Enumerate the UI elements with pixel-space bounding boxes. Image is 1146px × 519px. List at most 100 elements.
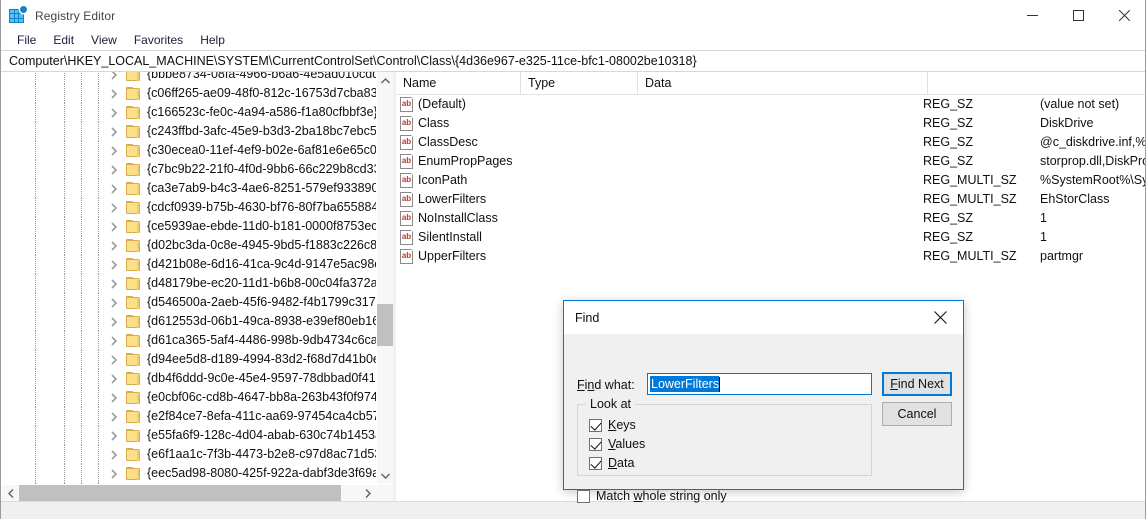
tree-item[interactable]: {c06ff265-ae09-48f0-812c-16753d7cba83}	[2, 84, 376, 103]
tree-item[interactable]: {bbbe8734-08fa-4966-b6a6-4e5ad010cdd7}	[2, 72, 376, 84]
tree-item-label: {d48179be-ec20-11d1-b6b8-00c04fa372a7}	[147, 276, 376, 290]
checkbox-data-box[interactable]	[589, 456, 602, 470]
checkbox-values[interactable]: Values	[589, 437, 645, 451]
chevron-right-icon[interactable]	[108, 107, 120, 119]
chevron-right-icon[interactable]	[108, 183, 120, 195]
tree-item[interactable]: {cdcf0939-b75b-4630-bf76-80f7ba655884}	[2, 198, 376, 217]
chevron-right-icon[interactable]	[108, 468, 120, 480]
chevron-right-icon[interactable]	[108, 202, 120, 214]
tree-item[interactable]: {e6f1aa1c-7f3b-4473-b2e8-c97d8ac71d53}	[2, 445, 376, 464]
chevron-right-icon[interactable]	[108, 145, 120, 157]
value-data: storprop.dll,DiskPropPageProvider	[1040, 154, 1145, 168]
tree-item[interactable]: {d94ee5d8-d189-4994-83d2-f68d7d41b0e6}	[2, 350, 376, 369]
tree-item[interactable]: {c243ffbd-3afc-45e9-b3d3-2ba18bc7ebc5}	[2, 122, 376, 141]
chevron-right-icon[interactable]	[108, 373, 120, 385]
find-dialog-close-icon[interactable]	[918, 301, 963, 333]
menu-favorites[interactable]: Favorites	[126, 31, 192, 50]
chevron-right-icon[interactable]	[108, 126, 120, 138]
chevron-right-icon[interactable]	[108, 354, 120, 366]
look-at-legend: Look at	[586, 397, 636, 411]
chevron-right-icon[interactable]	[108, 278, 120, 290]
find-what-input[interactable]: LowerFilters	[647, 373, 872, 395]
tree-item[interactable]: {c7bc9b22-21f0-4f0d-9bb6-66c229b8cd33}	[2, 160, 376, 179]
value-row[interactable]: ab UpperFilters REG_MULTI_SZ partmgr	[396, 247, 1145, 266]
chevron-right-icon[interactable]	[108, 72, 120, 81]
chevron-right-icon[interactable]	[108, 449, 120, 461]
tree-item[interactable]: {ca3e7ab9-b4c3-4ae6-8251-579ef933890f}	[2, 179, 376, 198]
close-button[interactable]	[1101, 0, 1145, 31]
checkbox-keys[interactable]: Keys	[589, 418, 636, 432]
chevron-right-icon[interactable]	[108, 240, 120, 252]
tree-indent-guides	[2, 445, 114, 464]
tree-item[interactable]: {c166523c-fe0c-4a94-a586-f1a80cfbbf3e}	[2, 103, 376, 122]
chevron-right-icon[interactable]	[108, 221, 120, 233]
folder-icon	[126, 334, 141, 347]
value-name: NoInstallClass	[418, 211, 498, 225]
chevron-right-icon[interactable]	[108, 88, 120, 100]
chevron-right-icon[interactable]	[108, 392, 120, 404]
checkbox-keys-box[interactable]	[589, 418, 602, 432]
find-dialog: Find Find what: LowerFilters Look at Key…	[563, 300, 964, 503]
tree-item-label: {e2f84ce7-8efa-411c-aa69-97454ca4cb57}	[147, 409, 376, 423]
address-bar[interactable]: Computer\HKEY_LOCAL_MACHINE\SYSTEM\Curre…	[1, 50, 1145, 72]
value-data: 1	[1040, 211, 1047, 225]
cancel-button[interactable]: Cancel	[882, 402, 952, 426]
checkbox-data[interactable]: Data	[589, 456, 634, 470]
chevron-right-icon[interactable]	[108, 335, 120, 347]
tree-item[interactable]: {d546500a-2aeb-45f6-9482-f4b1799c3177}	[2, 293, 376, 312]
value-row[interactable]: ab EnumPropPages REG_SZ storprop.dll,DiskPr…	[396, 152, 1145, 171]
value-row[interactable]: ab Class REG_SZ DiskDrive	[396, 114, 1145, 133]
scroll-up-icon[interactable]	[377, 72, 393, 89]
tree-item[interactable]: {e55fa6f9-128c-4d04-abab-630c74b1453a}	[2, 426, 376, 445]
tree-item-label: {c166523c-fe0c-4a94-a586-f1a80cfbbf3e}	[147, 105, 376, 119]
menu-edit[interactable]: Edit	[45, 31, 83, 50]
find-next-button[interactable]: Find Next	[882, 372, 952, 396]
menu-view[interactable]: View	[83, 31, 126, 50]
tree-item[interactable]: {eec5ad98-8080-425f-922a-dabf3de3f69a}	[2, 464, 376, 483]
value-data: @c_diskdrive.inf,%ClassDesc%;Disk drives	[1040, 135, 1146, 149]
tree-vertical-scrollbar[interactable]	[376, 72, 393, 484]
value-row[interactable]: ab NoInstallClass REG_SZ 1	[396, 209, 1145, 228]
scroll-left-icon[interactable]	[2, 485, 19, 501]
tree-indent-guides	[2, 426, 114, 445]
menu-file[interactable]: File	[9, 31, 45, 50]
tree-item[interactable]: {d612553d-06b1-49ca-8938-e39ef80eb16f}	[2, 312, 376, 331]
chevron-right-icon[interactable]	[108, 430, 120, 442]
tree-scrollbar-thumb[interactable]	[377, 304, 393, 346]
scroll-down-icon[interactable]	[377, 467, 393, 484]
scroll-right-icon[interactable]	[359, 485, 376, 501]
chevron-right-icon[interactable]	[108, 164, 120, 176]
tree-horizontal-scrollbar[interactable]	[2, 484, 393, 501]
minimize-button[interactable]	[1009, 0, 1055, 31]
value-row[interactable]: ab SilentInstall REG_SZ 1	[396, 228, 1145, 247]
chevron-right-icon[interactable]	[108, 316, 120, 328]
value-row[interactable]: ab LowerFilters REG_MULTI_SZ EhStorClass	[396, 190, 1145, 209]
tree-item[interactable]: {c30ecea0-11ef-4ef9-b02e-6af81e6e65c0}	[2, 141, 376, 160]
value-row[interactable]: ab (Default) REG_SZ (value not set)	[396, 95, 1145, 114]
value-row[interactable]: abClassDesc REG_SZ @c_diskdrive.inf,%Class…	[396, 133, 1146, 152]
value-row[interactable]: abIconPath REG_MULTI_SZ %SystemRoot%\Syste…	[396, 171, 1145, 190]
column-header-data[interactable]: Data	[638, 72, 928, 94]
checkbox-values-box[interactable]	[589, 437, 602, 451]
tree-item-label: {c30ecea0-11ef-4ef9-b02e-6af81e6e65c0}	[147, 143, 376, 157]
tree-item[interactable]: {e2f84ce7-8efa-411c-aa69-97454ca4cb57}	[2, 407, 376, 426]
tree-item[interactable]: {e0cbf06c-cd8b-4647-bb8a-263b43f0f974}	[2, 388, 376, 407]
checkbox-match-whole-string[interactable]: Match whole string only	[577, 489, 727, 503]
folder-icon	[126, 201, 141, 214]
tree-indent-guides	[2, 350, 114, 369]
tree-item[interactable]: {d61ca365-5af4-4486-998b-9db4734c6ca3}	[2, 331, 376, 350]
tree-item[interactable]: {db4f6ddd-9c0e-45e4-9597-78dbbad0f412}	[2, 369, 376, 388]
column-header-type[interactable]: Type	[521, 72, 638, 94]
tree-hscroll-thumb[interactable]	[19, 485, 341, 501]
tree-item[interactable]: {d02bc3da-0c8e-4945-9bd5-f1883c226c8c}	[2, 236, 376, 255]
column-header-name[interactable]: Name	[396, 72, 521, 94]
chevron-right-icon[interactable]	[108, 259, 120, 271]
menu-help[interactable]: Help	[192, 31, 234, 50]
checkbox-match-whole-box[interactable]	[577, 489, 590, 503]
chevron-right-icon[interactable]	[108, 411, 120, 423]
tree-item[interactable]: {ce5939ae-ebde-11d0-b181-0000f8753ec4}	[2, 217, 376, 236]
tree-item[interactable]: {d421b08e-6d16-41ca-9c4d-9147e5ac98e0}	[2, 255, 376, 274]
chevron-right-icon[interactable]	[108, 297, 120, 309]
tree-item[interactable]: {d48179be-ec20-11d1-b6b8-00c04fa372a7}	[2, 274, 376, 293]
maximize-button[interactable]	[1055, 0, 1101, 31]
